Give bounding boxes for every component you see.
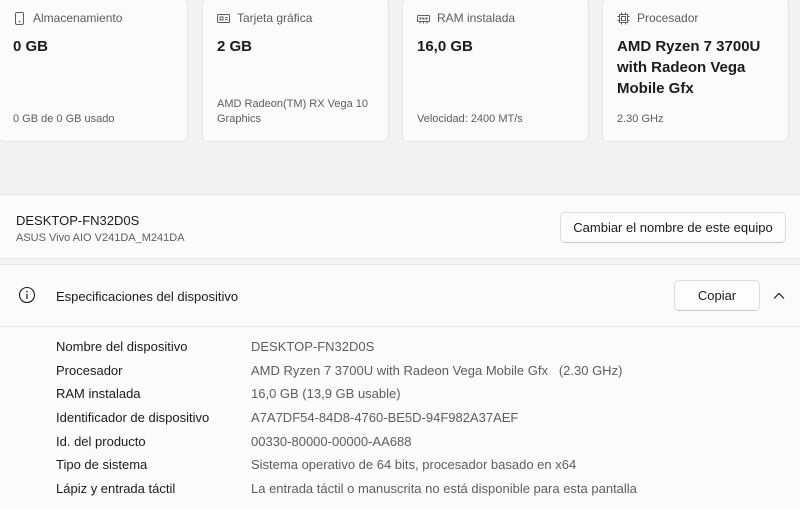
device-model: ASUS Vivo AIO V241DA_M241DA	[16, 232, 185, 244]
graphics-card-icon	[217, 12, 230, 25]
ram-icon	[417, 12, 430, 25]
spec-row-ram: RAM instalada 16,0 GB (13,9 GB usable)	[0, 384, 800, 408]
chevron-up-icon[interactable]	[770, 287, 788, 305]
graphics-card-label: Tarjeta gráfica	[237, 11, 313, 25]
device-specifications-panel: Especificaciones del dispositivo Copiar …	[0, 264, 800, 509]
spec-row-product-id: Id. del producto 00330-80000-00000-AA688	[0, 432, 800, 456]
processor-label: Procesador	[637, 11, 699, 25]
ram-card: RAM instalada 16,0 GB Velocidad: 2400 MT…	[402, 0, 589, 142]
processor-speed: 2.30 GHz	[617, 113, 664, 125]
spec-value: La entrada táctil o manuscrita no está d…	[251, 481, 637, 497]
device-name: DESKTOP-FN32D0S	[16, 213, 140, 228]
spec-row-system-type: Tipo de sistema Sistema operativo de 64 …	[0, 455, 800, 479]
info-icon	[18, 286, 36, 304]
processor-icon	[617, 12, 630, 25]
ram-value: 16,0 GB	[417, 38, 473, 55]
spec-row-device-id: Identificador de dispositivo A7A7DF54-84…	[0, 408, 800, 432]
spec-key: Lápiz y entrada táctil	[56, 481, 176, 497]
spec-row-device-name: Nombre del dispositivo DESKTOP-FN32D0S	[0, 337, 800, 361]
spec-value: Sistema operativo de 64 bits, procesador…	[251, 457, 577, 473]
spec-row-processor: Procesador AMD Ryzen 7 3700U with Radeon…	[0, 361, 800, 385]
processor-card: Procesador AMD Ryzen 7 3700U with Radeon…	[602, 0, 789, 142]
spec-value: 16,0 GB (13,9 GB usable)	[251, 386, 401, 402]
processor-value: AMD Ryzen 7 3700U with Radeon Vega Mobil…	[617, 38, 761, 97]
spec-key: Nombre del dispositivo	[56, 339, 188, 354]
system-about-page: Almacenamiento 0 GB 0 GB de 0 GB usado T…	[0, 0, 800, 509]
spec-value: AMD Ryzen 7 3700U with Radeon Vega Mobil…	[251, 362, 623, 378]
graphics-card-model: AMD Radeon(TM) RX Vega 10 Graphics	[217, 98, 369, 125]
spec-value: DESKTOP-FN32D0S	[251, 339, 375, 354]
storage-label: Almacenamiento	[33, 11, 123, 25]
specs-title: Especificaciones del dispositivo	[56, 289, 239, 304]
graphics-card-card: Tarjeta gráfica 2 GB AMD Radeon(TM) RX V…	[202, 0, 389, 142]
storage-drive-icon	[13, 11, 26, 25]
spec-key: Procesador	[56, 362, 123, 378]
storage-usage: 0 GB de 0 GB usado	[13, 113, 115, 125]
ram-label: RAM instalada	[437, 11, 516, 25]
graphics-card-value: 2 GB	[217, 38, 253, 55]
copy-specs-button[interactable]: Copiar	[674, 280, 760, 311]
spec-value: A7A7DF54-84D8-4760-BE5D-94F982A37AEF	[251, 410, 519, 426]
rename-pc-button[interactable]: Cambiar el nombre de este equipo	[560, 212, 786, 243]
spec-key: RAM instalada	[56, 386, 141, 402]
spec-key: Id. del producto	[56, 433, 146, 449]
specs-header[interactable]: Especificaciones del dispositivo Copiar	[0, 265, 800, 327]
ram-speed: Velocidad: 2400 MT/s	[417, 113, 523, 125]
spec-row-pen-touch: Lápiz y entrada táctil La entrada táctil…	[0, 479, 800, 503]
storage-card: Almacenamiento 0 GB 0 GB de 0 GB usado	[0, 0, 188, 142]
device-name-section: DESKTOP-FN32D0S ASUS Vivo AIO V241DA_M24…	[0, 194, 800, 259]
spec-key: Tipo de sistema	[56, 457, 148, 473]
specs-list: Nombre del dispositivo DESKTOP-FN32D0S P…	[0, 337, 800, 503]
storage-value: 0 GB	[13, 38, 49, 55]
spec-value: 00330-80000-00000-AA688	[251, 433, 412, 449]
spec-key: Identificador de dispositivo	[56, 410, 210, 426]
